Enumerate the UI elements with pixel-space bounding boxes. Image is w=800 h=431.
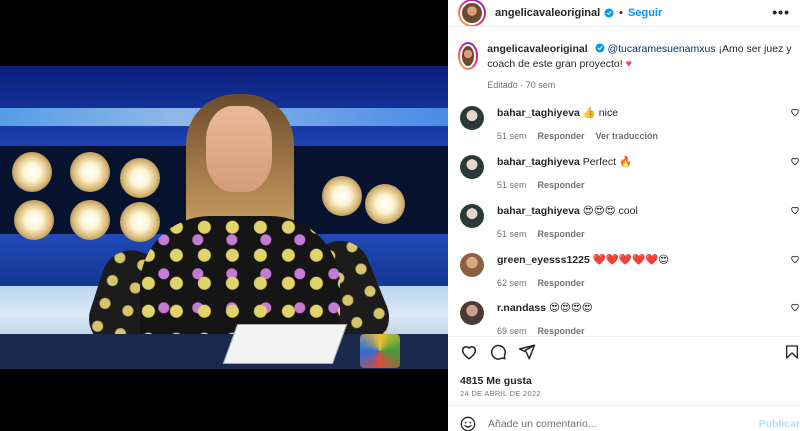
commenter-username[interactable]: green_eyesss1225: [497, 254, 590, 266]
comment-item: bahar_taghiyeva 👍 nice 51 sem Responder Ve…: [460, 106, 800, 141]
comment-item: r.nandass 😍😍😍😍 69 sem Responder: [460, 301, 800, 336]
caption-mention[interactable]: @tucaramesuenamxus: [607, 43, 715, 55]
share-icon[interactable]: [518, 343, 536, 361]
comment-text: 👍 nice: [579, 107, 619, 119]
likes-count[interactable]: 4815 Me gusta: [460, 375, 532, 387]
comment-box-divider: [448, 405, 800, 406]
comment-time: 51 sem: [497, 229, 527, 239]
commenter-username[interactable]: bahar_taghiyeva: [497, 107, 580, 119]
post-actions: [460, 343, 800, 365]
comment-text: 😍😍😍 cool: [579, 205, 638, 217]
comment-time: 69 sem: [497, 326, 527, 336]
post-media[interactable]: [0, 0, 448, 431]
reply-button[interactable]: Responder: [538, 229, 585, 239]
comment-like-heart-icon[interactable]: [790, 156, 800, 166]
header-divider: [448, 26, 800, 27]
add-comment-input[interactable]: [488, 418, 738, 430]
caption-avatar[interactable]: [458, 42, 479, 70]
stage-lamp: [322, 176, 362, 216]
comment-text: ❤️❤️❤️❤️❤️😍: [589, 254, 670, 266]
comment-like-heart-icon[interactable]: [790, 205, 800, 215]
person-face: [206, 106, 272, 192]
comment-like-heart-icon[interactable]: [790, 107, 800, 117]
stage-lamp: [365, 184, 405, 224]
comment-like-heart-icon[interactable]: [790, 302, 800, 312]
comment-item: green_eyesss1225 ❤️❤️❤️❤️❤️😍 62 sem Respo…: [460, 253, 800, 288]
stage-lamp: [14, 200, 54, 240]
caption-username[interactable]: angelicavaleoriginal: [487, 43, 587, 55]
commenter-avatar[interactable]: [460, 301, 484, 325]
actions-divider: [448, 336, 800, 337]
comment-time: 51 sem: [497, 180, 527, 190]
stage-lamp: [120, 202, 160, 242]
comment-time: 62 sem: [497, 278, 527, 288]
desk-paper: [222, 324, 348, 364]
commenter-username[interactable]: bahar_taghiyeva: [497, 156, 580, 168]
follow-button[interactable]: Seguir: [628, 7, 662, 19]
post-side-panel: angelicavaleoriginal • Seguir ••• angeli…: [448, 0, 800, 431]
add-comment-row: Publicar: [460, 416, 800, 431]
reply-button[interactable]: Responder: [538, 278, 585, 288]
more-options-icon[interactable]: •••: [772, 4, 790, 20]
reply-button[interactable]: Responder: [538, 180, 585, 190]
verified-badge-icon: [595, 43, 605, 53]
caption-meta: Editado · 70 sem: [487, 80, 556, 90]
commenter-avatar[interactable]: [460, 253, 484, 277]
caption-heart: ♥: [625, 58, 632, 70]
bookmark-icon[interactable]: [784, 343, 800, 361]
publish-button[interactable]: Publicar: [759, 418, 800, 430]
reply-button[interactable]: Responder: [538, 326, 585, 336]
see-translation-button[interactable]: Ver traducción: [596, 131, 659, 141]
reply-button[interactable]: Responder: [538, 131, 585, 141]
stage-lamp: [120, 158, 160, 198]
heart-icon[interactable]: [460, 343, 478, 361]
post-photo[interactable]: [0, 66, 448, 369]
commenter-avatar[interactable]: [460, 204, 484, 228]
comment-item: bahar_taghiyeva 😍😍😍 cool 51 sem Responder: [460, 204, 800, 239]
stage-lamp: [12, 152, 52, 192]
commenter-avatar[interactable]: [460, 155, 484, 179]
post-date: 24 DE ABRIL DE 2022: [460, 389, 541, 398]
post-caption: angelicavaleoriginal @tucaramesuenamxus …: [458, 42, 793, 93]
commenter-avatar[interactable]: [460, 106, 484, 130]
verified-badge-icon: [604, 8, 614, 18]
desk-cube: [360, 334, 400, 368]
header-separator: •: [619, 7, 624, 19]
emoji-icon[interactable]: [460, 416, 476, 431]
commenter-username[interactable]: bahar_taghiyeva: [497, 205, 580, 217]
comment-icon[interactable]: [489, 343, 507, 361]
post-header: angelicavaleoriginal • Seguir •••: [448, 0, 800, 27]
comment-text: Perfect 🔥: [579, 156, 633, 168]
author-avatar[interactable]: [458, 0, 486, 27]
author-username[interactable]: angelicavaleoriginal: [495, 7, 600, 19]
commenter-username[interactable]: r.nandass: [497, 302, 546, 314]
stage-lamp: [70, 200, 110, 240]
comment-item: bahar_taghiyeva Perfect 🔥 51 sem Responde…: [460, 155, 800, 190]
stage-lamp: [70, 152, 110, 192]
comment-time: 51 sem: [497, 131, 527, 141]
comment-text: 😍😍😍😍: [546, 302, 593, 314]
comment-like-heart-icon[interactable]: [790, 254, 800, 264]
